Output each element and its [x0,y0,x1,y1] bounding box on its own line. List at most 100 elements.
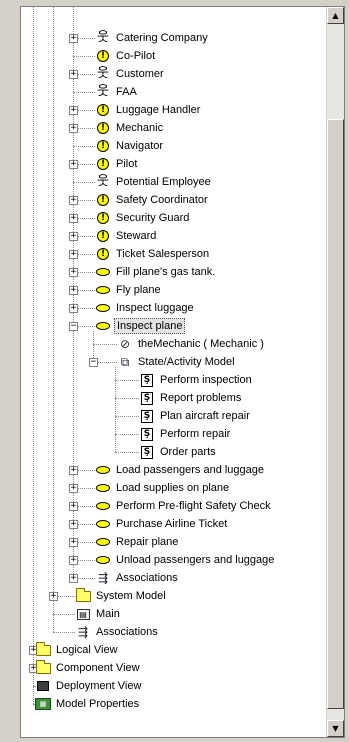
tree-item[interactable]: Ş Report problems [139,389,243,407]
tree-item[interactable]: Ş Plan aircraft repair [139,407,252,425]
tree-connector-line [73,92,95,93]
collapse-toggle[interactable]: − [69,322,78,331]
use-case-icon [95,283,111,297]
folder-icon [35,659,51,675]
tree-item[interactable]: Repair plane [95,533,180,551]
model-tree[interactable]: + 웃 Catering Company! Co-Pilot + 웃 Customer 웃 FA… [21,7,326,737]
activity-icon: Ş [139,373,155,387]
tree-item-label: System Model [96,590,166,602]
tree-item-label: FAA [116,86,137,98]
tree-item[interactable]: ▤ Main [75,605,122,623]
tree-item-label: Plan aircraft repair [160,410,250,422]
tree-item[interactable]: ! Pilot [95,155,139,173]
expand-toggle[interactable]: + [69,286,78,295]
tree-item[interactable]: Inspect luggage [95,299,196,317]
tree-item-label: Navigator [116,140,164,152]
tree-item[interactable]: 웃 FAA [95,83,139,101]
use-case-icon [95,301,111,315]
scroll-up-icon: ▲ [332,11,339,20]
activity-icon: Ş [139,409,155,423]
tree-item[interactable]: Logical View [35,641,120,659]
tree-item-label: Co-Pilot [116,50,156,62]
tree-item[interactable]: Component View [35,659,142,677]
tree-connector-line [33,7,34,704]
diagram-icon: ▤ [75,607,91,621]
expand-toggle[interactable]: + [49,592,58,601]
tree-item-label: Order parts [160,446,216,458]
tree-item[interactable]: ! Security Guard [95,209,191,227]
tree-connector-line [73,182,95,183]
expand-toggle[interactable]: + [69,160,78,169]
tree-item[interactable]: ⇶ Associations [95,569,180,587]
tree-item[interactable]: 웃 Potential Employee [95,173,213,191]
tree-item[interactable]: Deployment View [35,677,143,695]
expand-toggle[interactable]: + [69,484,78,493]
tree-connector-line [115,380,139,381]
tree-item[interactable]: Load supplies on plane [95,479,231,497]
tree-item-label: Repair plane [116,536,179,548]
expand-toggle[interactable]: + [69,268,78,277]
tree-item[interactable]: Fly plane [95,281,163,299]
expand-toggle[interactable]: + [69,502,78,511]
tree-item[interactable]: ! Mechanic [95,119,165,137]
tree-item[interactable]: Inspect plane [95,317,186,335]
tree-item[interactable]: ! Luggage Handler [95,101,202,119]
tree-item[interactable]: Ş Order parts [139,443,218,461]
tree-item[interactable]: Ş Perform inspection [139,371,254,389]
use-case-icon [95,481,111,495]
tree-item[interactable]: ⊘ theMechanic ( Mechanic ) [117,335,266,353]
tree-item[interactable]: Unload passengers and luggage [95,551,276,569]
expand-toggle[interactable]: + [69,70,78,79]
scroll-down-button[interactable]: ▼ [327,720,344,737]
expand-toggle[interactable]: + [69,520,78,529]
tree-item-label: State/Activity Model [138,356,235,368]
tree-item-label: Perform repair [160,428,231,440]
tree-item[interactable]: ! Ticket Salesperson [95,245,211,263]
tree-item[interactable]: Load passengers and luggage [95,461,266,479]
scrollbar-thumb[interactable] [327,119,344,709]
tree-item[interactable]: ⇶ Associations [75,623,160,641]
tree-item[interactable]: 웃 Catering Company [95,29,210,47]
expand-toggle[interactable]: + [69,538,78,547]
tree-item[interactable]: ! Steward [95,227,158,245]
expand-toggle[interactable]: + [69,106,78,115]
tree-item-label: Pilot [116,158,138,170]
expand-toggle[interactable]: + [69,214,78,223]
expand-toggle[interactable]: + [69,232,78,241]
tree-item[interactable]: ! Co-Pilot [95,47,157,65]
expand-toggle[interactable]: + [69,34,78,43]
tree-item-label: Load supplies on plane [116,482,230,494]
tree-item[interactable]: Fill plane's gas tank. [95,263,217,281]
expand-toggle[interactable]: + [69,124,78,133]
expand-toggle[interactable]: + [69,466,78,475]
expand-toggle[interactable]: + [69,574,78,583]
vertical-scrollbar[interactable]: ▲ ▼ [326,7,344,737]
expand-toggle[interactable]: + [69,304,78,313]
tree-item[interactable]: ⧉ State/Activity Model [117,353,237,371]
tree-item[interactable]: ! Navigator [95,137,165,155]
scroll-up-button[interactable]: ▲ [327,7,344,24]
tree-item[interactable]: Purchase Airline Ticket [95,515,229,533]
boundary-icon: ! [95,139,111,153]
tree-item-label: Model Properties [56,698,140,710]
expand-toggle[interactable]: + [69,250,78,259]
tree-item[interactable]: 웃 Customer [95,65,166,83]
tree-connector-line [53,614,75,615]
tree-item[interactable]: ▦ Model Properties [35,695,141,713]
tree-item-label: Perform inspection [160,374,252,386]
state-model-icon: ⧉ [120,355,130,369]
tree-item[interactable]: ! Safety Coordinator [95,191,210,209]
tree-item-label: Mechanic [116,122,164,134]
tree-item-label: Logical View [56,644,118,656]
boundary-icon: ! [95,103,111,117]
expand-toggle[interactable]: + [69,556,78,565]
tree-item[interactable]: Perform Pre-flight Safety Check [95,497,273,515]
tree-item-label: theMechanic ( Mechanic ) [138,338,264,350]
tree-item[interactable]: Ş Perform repair [139,425,232,443]
expand-toggle[interactable]: + [69,196,78,205]
activity-icon: Ş [139,445,155,459]
tree-item[interactable]: System Model [75,587,168,605]
tree-item-label: Load passengers and luggage [116,464,265,476]
collapse-toggle[interactable]: − [89,358,98,367]
tree-item-label: Report problems [160,392,242,404]
